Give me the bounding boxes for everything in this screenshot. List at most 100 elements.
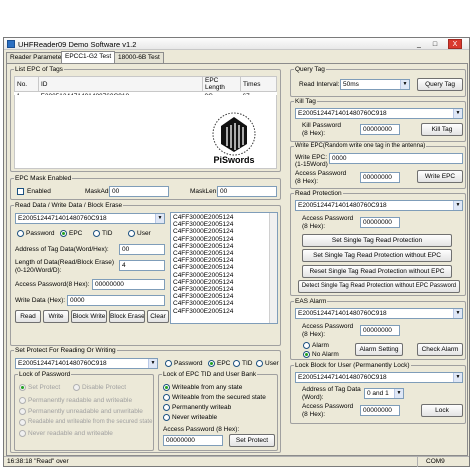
lockepc-radio-any[interactable] (163, 384, 170, 391)
rw-write-input[interactable]: 0000 (67, 295, 165, 306)
eas-radio-no-alarm[interactable] (303, 351, 310, 358)
lockepc-secured-label: Writeable from the secured state (172, 394, 266, 401)
tab-reader-parameter[interactable]: Reader Parameter (6, 52, 68, 63)
write-button[interactable]: Write (43, 310, 69, 323)
read-protection-epc-value: E2005124471401480760C918 (298, 202, 387, 209)
read-button[interactable]: Read (15, 310, 41, 323)
detect-single-read-protection-button[interactable]: Detect Single Tag Read Protection withou… (298, 280, 460, 293)
protect-radio-epc[interactable] (208, 360, 215, 367)
eas-epc-value: E2005124471401480760C918 (298, 310, 387, 317)
rw-radio-user[interactable] (128, 230, 135, 237)
set-protect-button[interactable]: Set Protect (229, 434, 275, 447)
read-data-list[interactable]: C4FF3000E2005124 C4FF3000E2005124 C4FF30… (170, 212, 278, 324)
block-erase-button[interactable]: Block Erase (109, 310, 145, 323)
check-alarm-button[interactable]: Check Alarm (417, 343, 463, 356)
rw-radio-password-label: Password (26, 230, 55, 237)
rw-radio-epc[interactable] (60, 230, 67, 237)
rw-addr-input[interactable]: 00 (119, 244, 165, 255)
lockpwd-radio-disable-protect[interactable] (73, 384, 80, 391)
write-epc-legend: Write EPC(Random write one tag in the an… (295, 143, 426, 149)
alarm-setting-button[interactable]: Alarm Setting (355, 343, 403, 356)
lockpwd-radio-never[interactable] (19, 430, 26, 437)
eas-epc-select[interactable]: E2005124471401480760C918 ▼ (295, 308, 463, 319)
eas-pwd-input[interactable]: 00000000 (360, 325, 400, 336)
rw-len-input[interactable]: 4 (119, 260, 165, 271)
set-single-read-protection-button[interactable]: Set Single Tag Read Protection (302, 234, 452, 247)
protect-radio-password[interactable] (165, 360, 172, 367)
read-interval-select[interactable]: 50ms ▼ (340, 79, 410, 90)
chevron-down-icon: ▼ (148, 359, 157, 368)
kill-epc-select[interactable]: E2005124471401480760C918 ▼ (295, 108, 463, 119)
read-protection-pwd-input[interactable]: 00000000 (360, 217, 400, 228)
piswords-logo: PiSwords (212, 112, 256, 165)
rw-write-label: Write Data (Hex): (15, 297, 66, 304)
col-no[interactable]: No. (14, 76, 39, 92)
protect-radio-tid-label: TID (242, 360, 253, 367)
set-single-read-protection-no-epc-button[interactable]: Set Single Tag Read Protection without E… (302, 249, 452, 262)
lock-block-addr-value: 0 and 1 (367, 390, 389, 397)
rw-radio-password[interactable] (17, 230, 24, 237)
query-tag-button[interactable]: Query Tag (417, 78, 463, 91)
write-epc-pwd-input[interactable]: 00000000 (360, 172, 400, 183)
lockpwd-radio-perm-unrw[interactable] (19, 408, 26, 415)
close-button[interactable]: X (448, 39, 462, 49)
masklen-input[interactable]: 00 (217, 186, 277, 197)
rw-radio-tid[interactable] (93, 230, 100, 237)
eas-pwd-label-2: (8 Hex): (302, 331, 326, 338)
protect-radio-user[interactable] (256, 360, 263, 367)
list-scrollbar[interactable] (269, 213, 277, 323)
col-id[interactable]: ID (38, 76, 203, 92)
block-write-button[interactable]: Block Write (71, 310, 107, 323)
eas-alarm-label: Alarm (312, 342, 329, 349)
lockepc-never-label: Never writeable (172, 414, 218, 421)
lock-block-epc-value: E2005124471401480760C918 (298, 374, 387, 381)
lock-block-addr-select[interactable]: 0 and 1 ▼ (364, 388, 404, 399)
protect-radio-user-label: User (265, 360, 279, 367)
kill-tag-button[interactable]: Kill Tag (421, 123, 463, 136)
clear-button[interactable]: Clear (147, 310, 169, 323)
col-epc-length[interactable]: EPC Length (202, 76, 241, 92)
lock-password-legend: Lock of Password (19, 371, 71, 378)
protect-epc-select[interactable]: E2005124471401480760C918 ▼ (15, 358, 158, 369)
lockpwd-radio-secured[interactable] (19, 419, 26, 426)
maskadr-input[interactable]: 00 (109, 186, 169, 197)
write-epc-pwd-label-1: Access Password (295, 170, 347, 177)
rw-pwd-input[interactable]: 00000000 (92, 279, 165, 290)
kill-pwd-label-2: (8 Hex): (302, 130, 326, 137)
read-protection-pwd-label-1: Access Password (302, 215, 354, 222)
mask-enabled-checkbox[interactable] (17, 188, 24, 195)
list-item: C4FF3000E2005124 (173, 271, 234, 279)
lock-block-pwd-input[interactable]: 00000000 (360, 405, 400, 416)
read-protection-epc-select[interactable]: E2005124471401480760C918 ▼ (295, 200, 463, 211)
rw-epc-select[interactable]: E2005124471401480760C918 ▼ (15, 213, 165, 224)
list-item: C4FF3000E2005124 (173, 242, 234, 250)
lockpwd-perm-unrw-label: Permanently unreadable and unwritable (28, 408, 143, 415)
tab-18000-6b-test[interactable]: 18000-6B Test (114, 52, 164, 63)
tab-epcc1-g2-test[interactable]: EPCC1-G2 Test (61, 51, 116, 63)
write-epc-label-2: (1-15Word) (295, 161, 328, 168)
eas-radio-alarm[interactable] (303, 342, 310, 349)
minimize-button[interactable]: _ (412, 39, 426, 49)
chevron-down-icon: ▼ (453, 309, 462, 318)
lockpwd-radio-set-protect[interactable] (19, 384, 26, 391)
status-bar: 16:38:18 "Read" over COM9 (4, 456, 469, 467)
window-title: UHFReader09 Demo Software v1.2 (18, 40, 137, 49)
lock-button[interactable]: Lock (421, 404, 463, 417)
write-epc-input[interactable]: 0000 (329, 153, 463, 164)
lockpwd-radio-perm-rw[interactable] (19, 397, 26, 404)
lock-block-addr-label-2: (Word): (302, 394, 324, 401)
protect-radio-tid[interactable] (233, 360, 240, 367)
maximize-button[interactable]: □ (428, 39, 442, 49)
read-write-legend: Read Data / Write Data / Block Erase (15, 202, 123, 209)
reset-single-read-protection-button[interactable]: Reset Single Tag Read Protection without… (302, 265, 452, 278)
lockpwd-never-label: Never readable and writeable (28, 430, 113, 437)
lockepc-radio-secured[interactable] (163, 394, 170, 401)
kill-pwd-input[interactable]: 00000000 (360, 124, 400, 135)
lockepc-radio-never[interactable] (163, 414, 170, 421)
col-times[interactable]: Times (240, 76, 277, 92)
lockepc-radio-perm[interactable] (163, 404, 170, 411)
protect-pwd-input[interactable]: 00000000 (163, 435, 223, 446)
status-port: COM9 (417, 457, 445, 467)
write-epc-button[interactable]: Write EPC (417, 170, 463, 183)
lock-block-epc-select[interactable]: E2005124471401480760C918 ▼ (295, 372, 463, 383)
